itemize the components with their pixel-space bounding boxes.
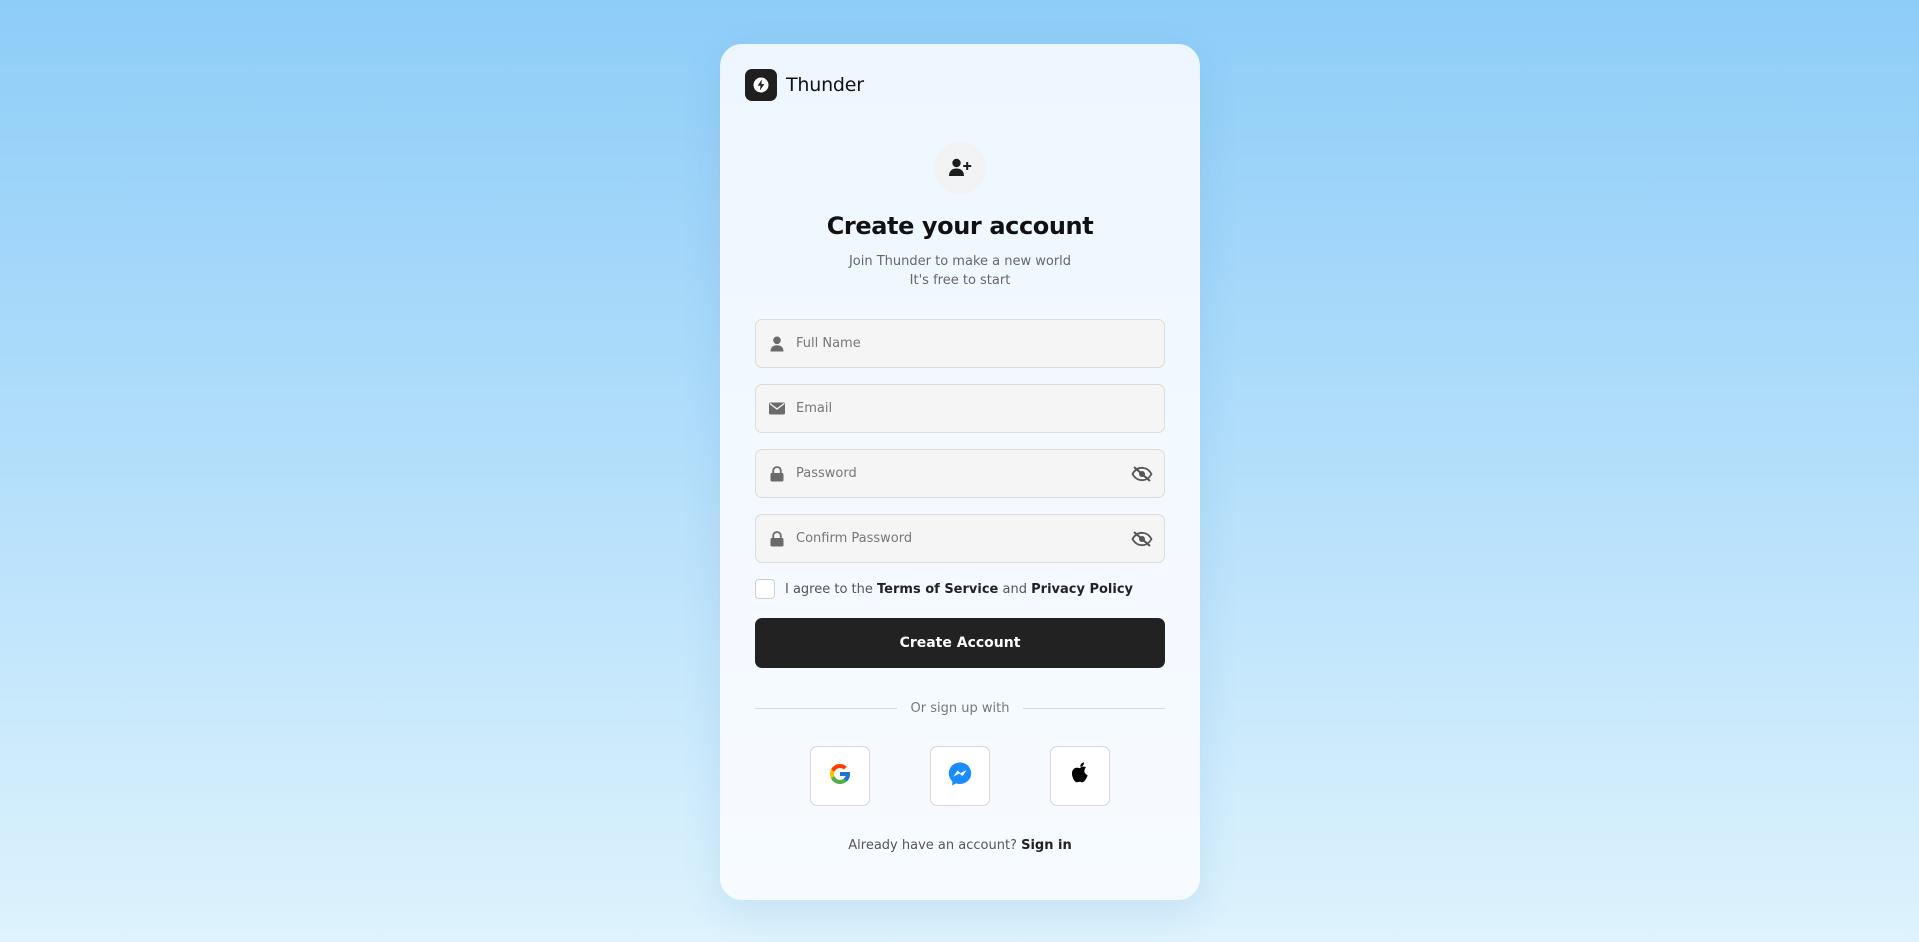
apple-icon (1069, 761, 1091, 791)
google-signup-button[interactable] (810, 746, 870, 806)
eye-slash-icon[interactable] (1120, 450, 1164, 497)
lock-icon (756, 530, 796, 547)
signup-card: Thunder Create your account Join Thunder… (720, 44, 1200, 900)
subtitle-line: It's free to start (909, 273, 1011, 288)
messenger-icon (947, 761, 973, 791)
full-name-field[interactable] (755, 319, 1165, 368)
divider-line (1023, 707, 1166, 709)
signin-link[interactable]: Sign in (1021, 838, 1072, 853)
lightning-bolt-icon (745, 69, 777, 101)
envelope-icon (756, 402, 796, 415)
eye-slash-icon[interactable] (1120, 515, 1164, 562)
social-divider: Or sign up with (755, 698, 1166, 718)
brand-name: Thunder (786, 74, 864, 96)
email-field[interactable] (755, 384, 1165, 433)
confirm-password-input[interactable] (796, 515, 1120, 562)
password-input[interactable] (796, 450, 1120, 497)
google-icon (828, 762, 852, 790)
terms-checkbox[interactable] (755, 579, 775, 599)
page-title: Create your account (826, 212, 1094, 240)
create-account-button[interactable]: Create Account (755, 618, 1165, 668)
apple-signup-button[interactable] (1050, 746, 1110, 806)
lock-icon (756, 465, 796, 482)
messenger-signup-button[interactable] (930, 746, 990, 806)
subtitle-line: Join Thunder to make a new world (848, 254, 1072, 269)
terms-text: I agree to the Terms of Service and Priv… (785, 582, 1133, 597)
email-input[interactable] (796, 385, 1164, 432)
confirm-password-field[interactable] (755, 514, 1165, 563)
terms-agreement: I agree to the Terms of Service and Priv… (755, 579, 1133, 599)
user-plus-icon (934, 142, 986, 194)
signin-prompt: Already have an account? Sign in (720, 838, 1200, 853)
brand[interactable]: Thunder (745, 69, 864, 101)
full-name-input[interactable] (796, 320, 1164, 367)
terms-and: and (1002, 581, 1027, 597)
terms-of-service-link[interactable]: Terms of Service (877, 582, 998, 597)
user-icon (756, 336, 796, 352)
page-subtitle: Join Thunder to make a new world It's fr… (720, 252, 1200, 290)
terms-prefix: I agree to the (785, 581, 873, 597)
password-field[interactable] (755, 449, 1165, 498)
signin-prompt-text: Already have an account? (848, 838, 1017, 853)
divider-label: Or sign up with (910, 700, 1010, 716)
privacy-policy-link[interactable]: Privacy Policy (1031, 582, 1133, 597)
divider-line (755, 707, 897, 709)
